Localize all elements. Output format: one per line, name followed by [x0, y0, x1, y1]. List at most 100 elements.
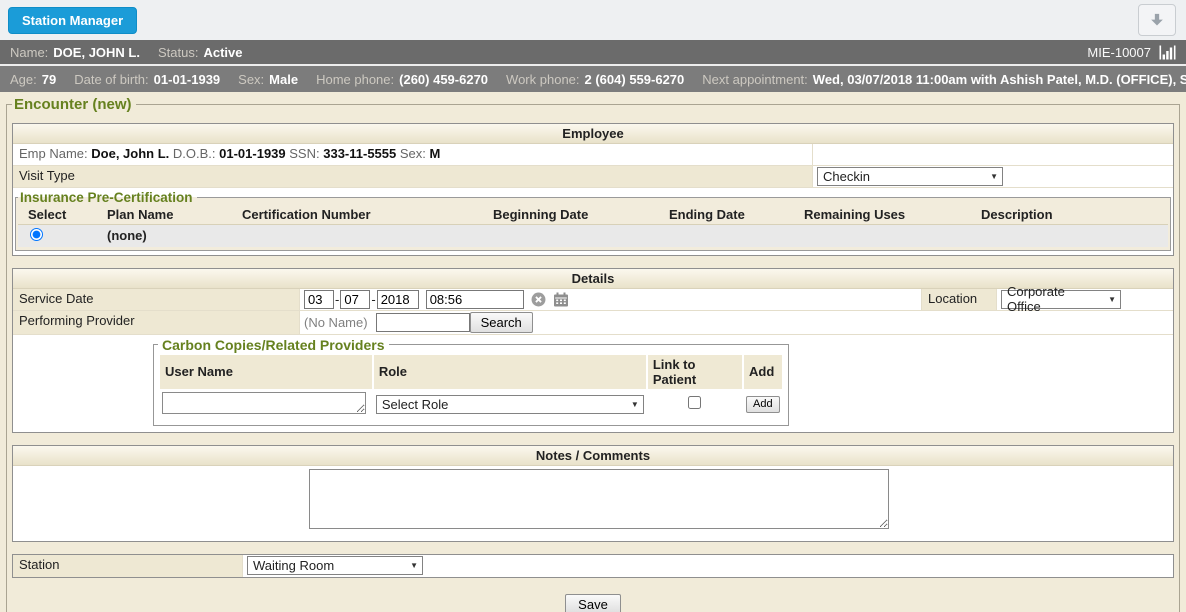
download-button[interactable]: [1138, 4, 1176, 36]
sex-label: Sex:: [238, 72, 264, 87]
employee-panel: Employee Emp Name: Doe, John L. D.O.B.: …: [12, 123, 1174, 256]
cc-role-value: Select Role: [382, 397, 448, 412]
provider-no-name: (No Name): [304, 315, 368, 330]
col-remaining-uses: Remaining Uses: [800, 205, 977, 225]
app-header: Station Manager: [0, 0, 1186, 40]
performing-provider-label: Performing Provider: [13, 311, 300, 334]
age-label: Age:: [10, 72, 37, 87]
station-panel: Station Waiting Room ▼: [12, 554, 1174, 578]
carbon-copies-fieldset: Carbon Copies/Related Providers User Nam…: [153, 337, 789, 426]
encounter-legend: Encounter (new): [12, 96, 136, 113]
provider-search-input[interactable]: [376, 313, 470, 332]
age-value: 79: [42, 72, 56, 87]
emp-name-value: Doe, John L.: [91, 146, 169, 161]
cc-username-input[interactable]: [162, 392, 366, 414]
emp-sex-value: M: [430, 146, 441, 161]
service-date-day-input[interactable]: [340, 290, 370, 309]
col-ending-date: Ending Date: [665, 205, 800, 225]
patient-status: Active: [203, 45, 242, 60]
carbon-copies-legend: Carbon Copies/Related Providers: [158, 337, 389, 353]
employee-header: Employee: [13, 124, 1173, 144]
service-date-month-input[interactable]: [304, 290, 334, 309]
emp-ssn-value: 333-11-5555: [323, 146, 396, 161]
emp-dob-label: D.O.B.:: [173, 146, 216, 161]
carbon-copies-row: Carbon Copies/Related Providers User Nam…: [13, 335, 1173, 432]
dropdown-arrow-icon: ▼: [410, 561, 418, 570]
col-user-name: User Name: [160, 355, 372, 389]
col-beginning-date: Beginning Date: [489, 205, 665, 225]
location-select[interactable]: Corporate Office ▼: [1001, 290, 1121, 309]
insurance-precert-legend: Insurance Pre-Certification: [18, 190, 197, 205]
station-manager-button[interactable]: Station Manager: [8, 7, 137, 34]
service-time-input[interactable]: [426, 290, 524, 309]
col-description: Description: [977, 205, 1168, 225]
home-phone-value: (260) 459-6270: [399, 72, 488, 87]
home-phone-label: Home phone:: [316, 72, 394, 87]
dropdown-arrow-icon: ▼: [990, 172, 998, 181]
download-arrow-icon: [1148, 11, 1166, 29]
notes-panel: Notes / Comments: [12, 445, 1174, 542]
encounter-fieldset: Encounter (new) Employee Emp Name: Doe, …: [6, 96, 1180, 612]
dob-value: 01-01-1939: [154, 72, 221, 87]
patient-bar: Name: DOE, JOHN L. Status: Active MIE-10…: [0, 40, 1186, 64]
col-select: Select: [18, 205, 103, 225]
notes-textarea[interactable]: [309, 469, 889, 529]
employee-info: Emp Name: Doe, John L. D.O.B.: 01-01-193…: [13, 144, 813, 165]
col-role: Role: [374, 355, 646, 389]
sex-value: Male: [269, 72, 298, 87]
performing-provider-row: Performing Provider (No Name) Search: [13, 311, 1173, 335]
clear-date-icon[interactable]: [531, 292, 546, 307]
next-appointment-label: Next appointment:: [702, 72, 808, 87]
insurance-precert-fieldset: Insurance Pre-Certification Select Plan …: [15, 190, 1171, 251]
visit-type-select[interactable]: Checkin ▼: [817, 167, 1003, 186]
name-label: Name:: [10, 45, 48, 60]
provider-search-button[interactable]: Search: [470, 312, 533, 333]
date-separator: -: [335, 292, 339, 307]
col-certification-number: Certification Number: [238, 205, 489, 225]
emp-ssn-label: SSN:: [289, 146, 319, 161]
service-date-year-input[interactable]: [377, 290, 419, 309]
date-separator: -: [371, 292, 375, 307]
employee-info-row: Emp Name: Doe, John L. D.O.B.: 01-01-193…: [13, 144, 1173, 166]
dob-label: Date of birth:: [74, 72, 148, 87]
patient-id: MIE-10007: [1087, 45, 1151, 60]
next-appointment-value: Wed, 03/07/2018 11:00am with Ashish Pate…: [813, 72, 1186, 87]
service-date-label: Service Date: [13, 289, 300, 310]
station-value: Waiting Room: [253, 558, 334, 573]
notes-header: Notes / Comments: [13, 446, 1173, 466]
emp-sex-label: Sex:: [400, 146, 426, 161]
work-phone-value: 2 (604) 559-6270: [585, 72, 685, 87]
dropdown-arrow-icon: ▼: [631, 400, 639, 409]
visit-type-label: Visit Type: [13, 166, 813, 187]
insurance-row-none: (none): [18, 225, 1168, 247]
emp-name-label: Emp Name:: [19, 146, 88, 161]
details-panel: Details Service Date - -: [12, 268, 1174, 433]
calendar-icon[interactable]: [553, 292, 569, 307]
emp-dob-value: 01-01-1939: [219, 146, 286, 161]
cc-role-select[interactable]: Select Role ▼: [376, 395, 644, 414]
dropdown-arrow-icon: ▼: [1108, 295, 1116, 304]
chart-icon[interactable]: [1159, 45, 1176, 60]
col-link-to-patient: Link to Patient: [648, 355, 742, 389]
patient-name: DOE, JOHN L.: [53, 45, 140, 60]
save-button[interactable]: Save: [565, 594, 621, 612]
insurance-none-radio[interactable]: [30, 228, 43, 241]
location-value: Corporate Office: [1007, 284, 1102, 314]
station-label: Station: [13, 555, 243, 577]
cc-add-button[interactable]: Add: [746, 396, 780, 413]
col-add: Add: [744, 355, 782, 389]
cc-link-to-patient-checkbox[interactable]: [688, 396, 701, 409]
carbon-header-row: User Name Role Link to Patient Add: [160, 355, 782, 389]
insurance-precert-table: Select Plan Name Certification Number Be…: [18, 205, 1168, 247]
visit-type-row: Visit Type Checkin ▼: [13, 166, 1173, 188]
demographics-bar: Age: 79 Date of birth: 01-01-1939 Sex: M…: [0, 64, 1186, 92]
insurance-header-row: Select Plan Name Certification Number Be…: [18, 205, 1168, 225]
location-label: Location: [921, 289, 997, 310]
visit-type-value: Checkin: [823, 169, 870, 184]
service-date-row: Service Date - -: [13, 289, 1173, 311]
work-phone-label: Work phone:: [506, 72, 579, 87]
carbon-copies-table: User Name Role Link to Patient Add Selec…: [158, 353, 784, 420]
station-row: Station Waiting Room ▼: [13, 555, 1173, 577]
status-label: Status:: [158, 45, 198, 60]
station-select[interactable]: Waiting Room ▼: [247, 556, 423, 575]
